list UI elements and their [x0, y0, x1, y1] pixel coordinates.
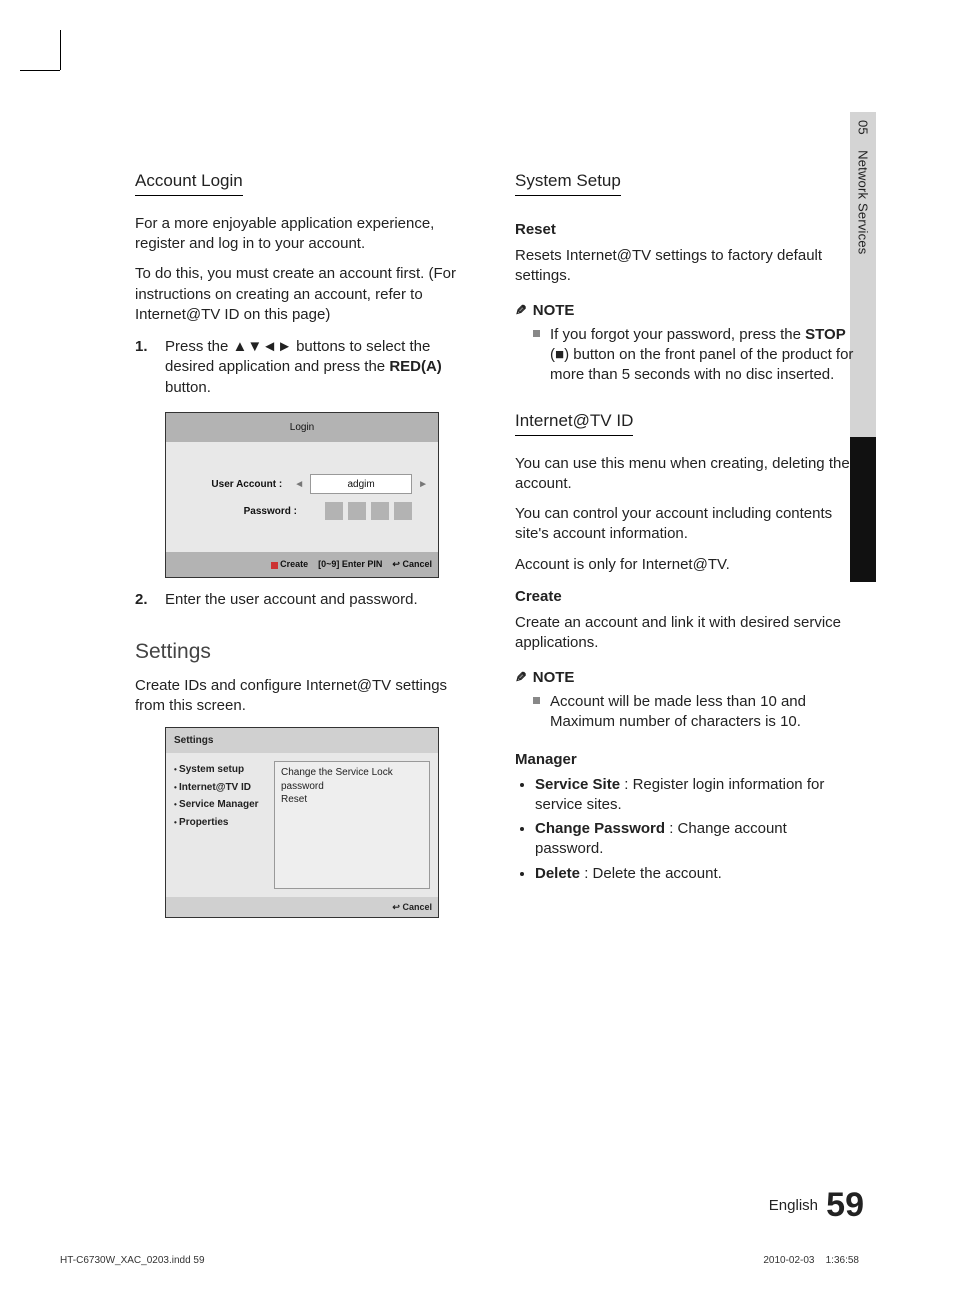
user-account-label: User Account :: [187, 478, 282, 492]
subheading-manager: Manager: [515, 750, 855, 770]
crop-mark: [20, 30, 60, 70]
settings-panel-footer: ↩ Cancel: [166, 897, 438, 917]
menu-item[interactable]: System setup: [174, 761, 266, 779]
user-account-field[interactable]: adgim: [310, 474, 412, 494]
note-item: Account will be made less than 10 and Ma…: [515, 692, 855, 733]
red-a-label: RED(A): [389, 358, 442, 375]
pencil-icon: ✎: [515, 668, 527, 687]
submenu-item[interactable]: Change the Service Lock password: [281, 766, 423, 793]
note-item: If you forgot your password, press the S…: [515, 325, 855, 386]
para: Resets Internet@TV settings to factory d…: [515, 246, 855, 287]
heading-settings: Settings: [135, 638, 475, 666]
submenu-item[interactable]: Reset: [281, 793, 423, 807]
step-2: 2. Enter the user account and password.: [135, 590, 475, 610]
para: You can control your account including c…: [515, 504, 855, 545]
step-text: Enter the user account and password.: [165, 590, 418, 610]
return-icon: ↩: [392, 902, 400, 912]
chapter-title: Network Services: [856, 150, 871, 254]
para: Create IDs and configure Internet@TV set…: [135, 676, 475, 717]
bullet-item: Change Password : Change account passwor…: [535, 819, 855, 860]
settings-menu: System setup Internet@TV ID Service Mana…: [174, 761, 266, 889]
step-number: 2.: [135, 590, 153, 610]
para: To do this, you must create an account f…: [135, 264, 475, 325]
subheading-reset: Reset: [515, 220, 855, 240]
subheading-create: Create: [515, 587, 855, 607]
step-number: 1.: [135, 337, 153, 398]
para: Create an account and link it with desir…: [515, 613, 855, 654]
meta-file: HT-C6730W_XAC_0203.indd 59: [60, 1254, 205, 1268]
heading-internet-tv-id: Internet@TV ID: [515, 410, 633, 436]
menu-item[interactable]: Properties: [174, 814, 266, 832]
page-footer: English 59: [769, 1183, 864, 1229]
print-meta: HT-C6730W_XAC_0203.indd 59 2010-02-03 1:…: [60, 1254, 859, 1268]
heading-account-login: Account Login: [135, 170, 243, 196]
para: For a more enjoyable application experie…: [135, 214, 475, 255]
password-field[interactable]: [325, 502, 412, 520]
meta-date: 2010-02-03: [763, 1255, 814, 1266]
right-column: System Setup Reset Resets Internet@TV se…: [515, 160, 855, 918]
chevron-right-icon: ►: [418, 478, 428, 492]
chapter-number: 05: [856, 120, 871, 135]
settings-panel-title: Settings: [166, 728, 438, 754]
chevron-left-icon: ◄: [294, 478, 304, 492]
red-square-icon: [271, 562, 278, 569]
meta-time: 1:36:58: [826, 1255, 859, 1266]
bullet-item: Delete : Delete the account.: [535, 864, 855, 884]
menu-item[interactable]: Service Manager: [174, 796, 266, 814]
para: You can use this menu when creating, del…: [515, 454, 855, 495]
return-icon: ↩: [392, 559, 400, 569]
pencil-icon: ✎: [515, 301, 527, 320]
page-content: Account Login For a more enjoyable appli…: [135, 160, 855, 918]
settings-panel: Settings System setup Internet@TV ID Ser…: [165, 727, 439, 919]
stop-label: STOP: [805, 326, 846, 343]
bullet-item: Service Site : Register login informatio…: [535, 775, 855, 816]
note-heading: ✎ NOTE: [515, 668, 855, 688]
password-label: Password :: [202, 505, 297, 519]
menu-item[interactable]: Internet@TV ID: [174, 779, 266, 797]
settings-submenu: Change the Service Lock password Reset: [274, 761, 430, 889]
step-1: 1. Press the ▲▼◄► buttons to select the …: [135, 337, 475, 398]
page-number: 59: [826, 1186, 864, 1224]
note-heading: ✎ NOTE: [515, 301, 855, 321]
login-panel-footer: Create [0~9] Enter PIN ↩ Cancel: [166, 552, 438, 576]
step-text: Press the ▲▼◄► buttons to select the des…: [165, 337, 475, 398]
left-column: Account Login For a more enjoyable appli…: [135, 160, 475, 918]
heading-system-setup: System Setup: [515, 170, 621, 196]
arrow-icons: ▲▼◄►: [233, 338, 292, 355]
login-panel: Login User Account : ◄ adgim ► Password …: [165, 412, 439, 578]
stop-icon: ■: [555, 346, 564, 363]
para: Account is only for Internet@TV.: [515, 555, 855, 575]
login-panel-title: Login: [166, 413, 438, 443]
footer-language: English: [769, 1197, 818, 1214]
